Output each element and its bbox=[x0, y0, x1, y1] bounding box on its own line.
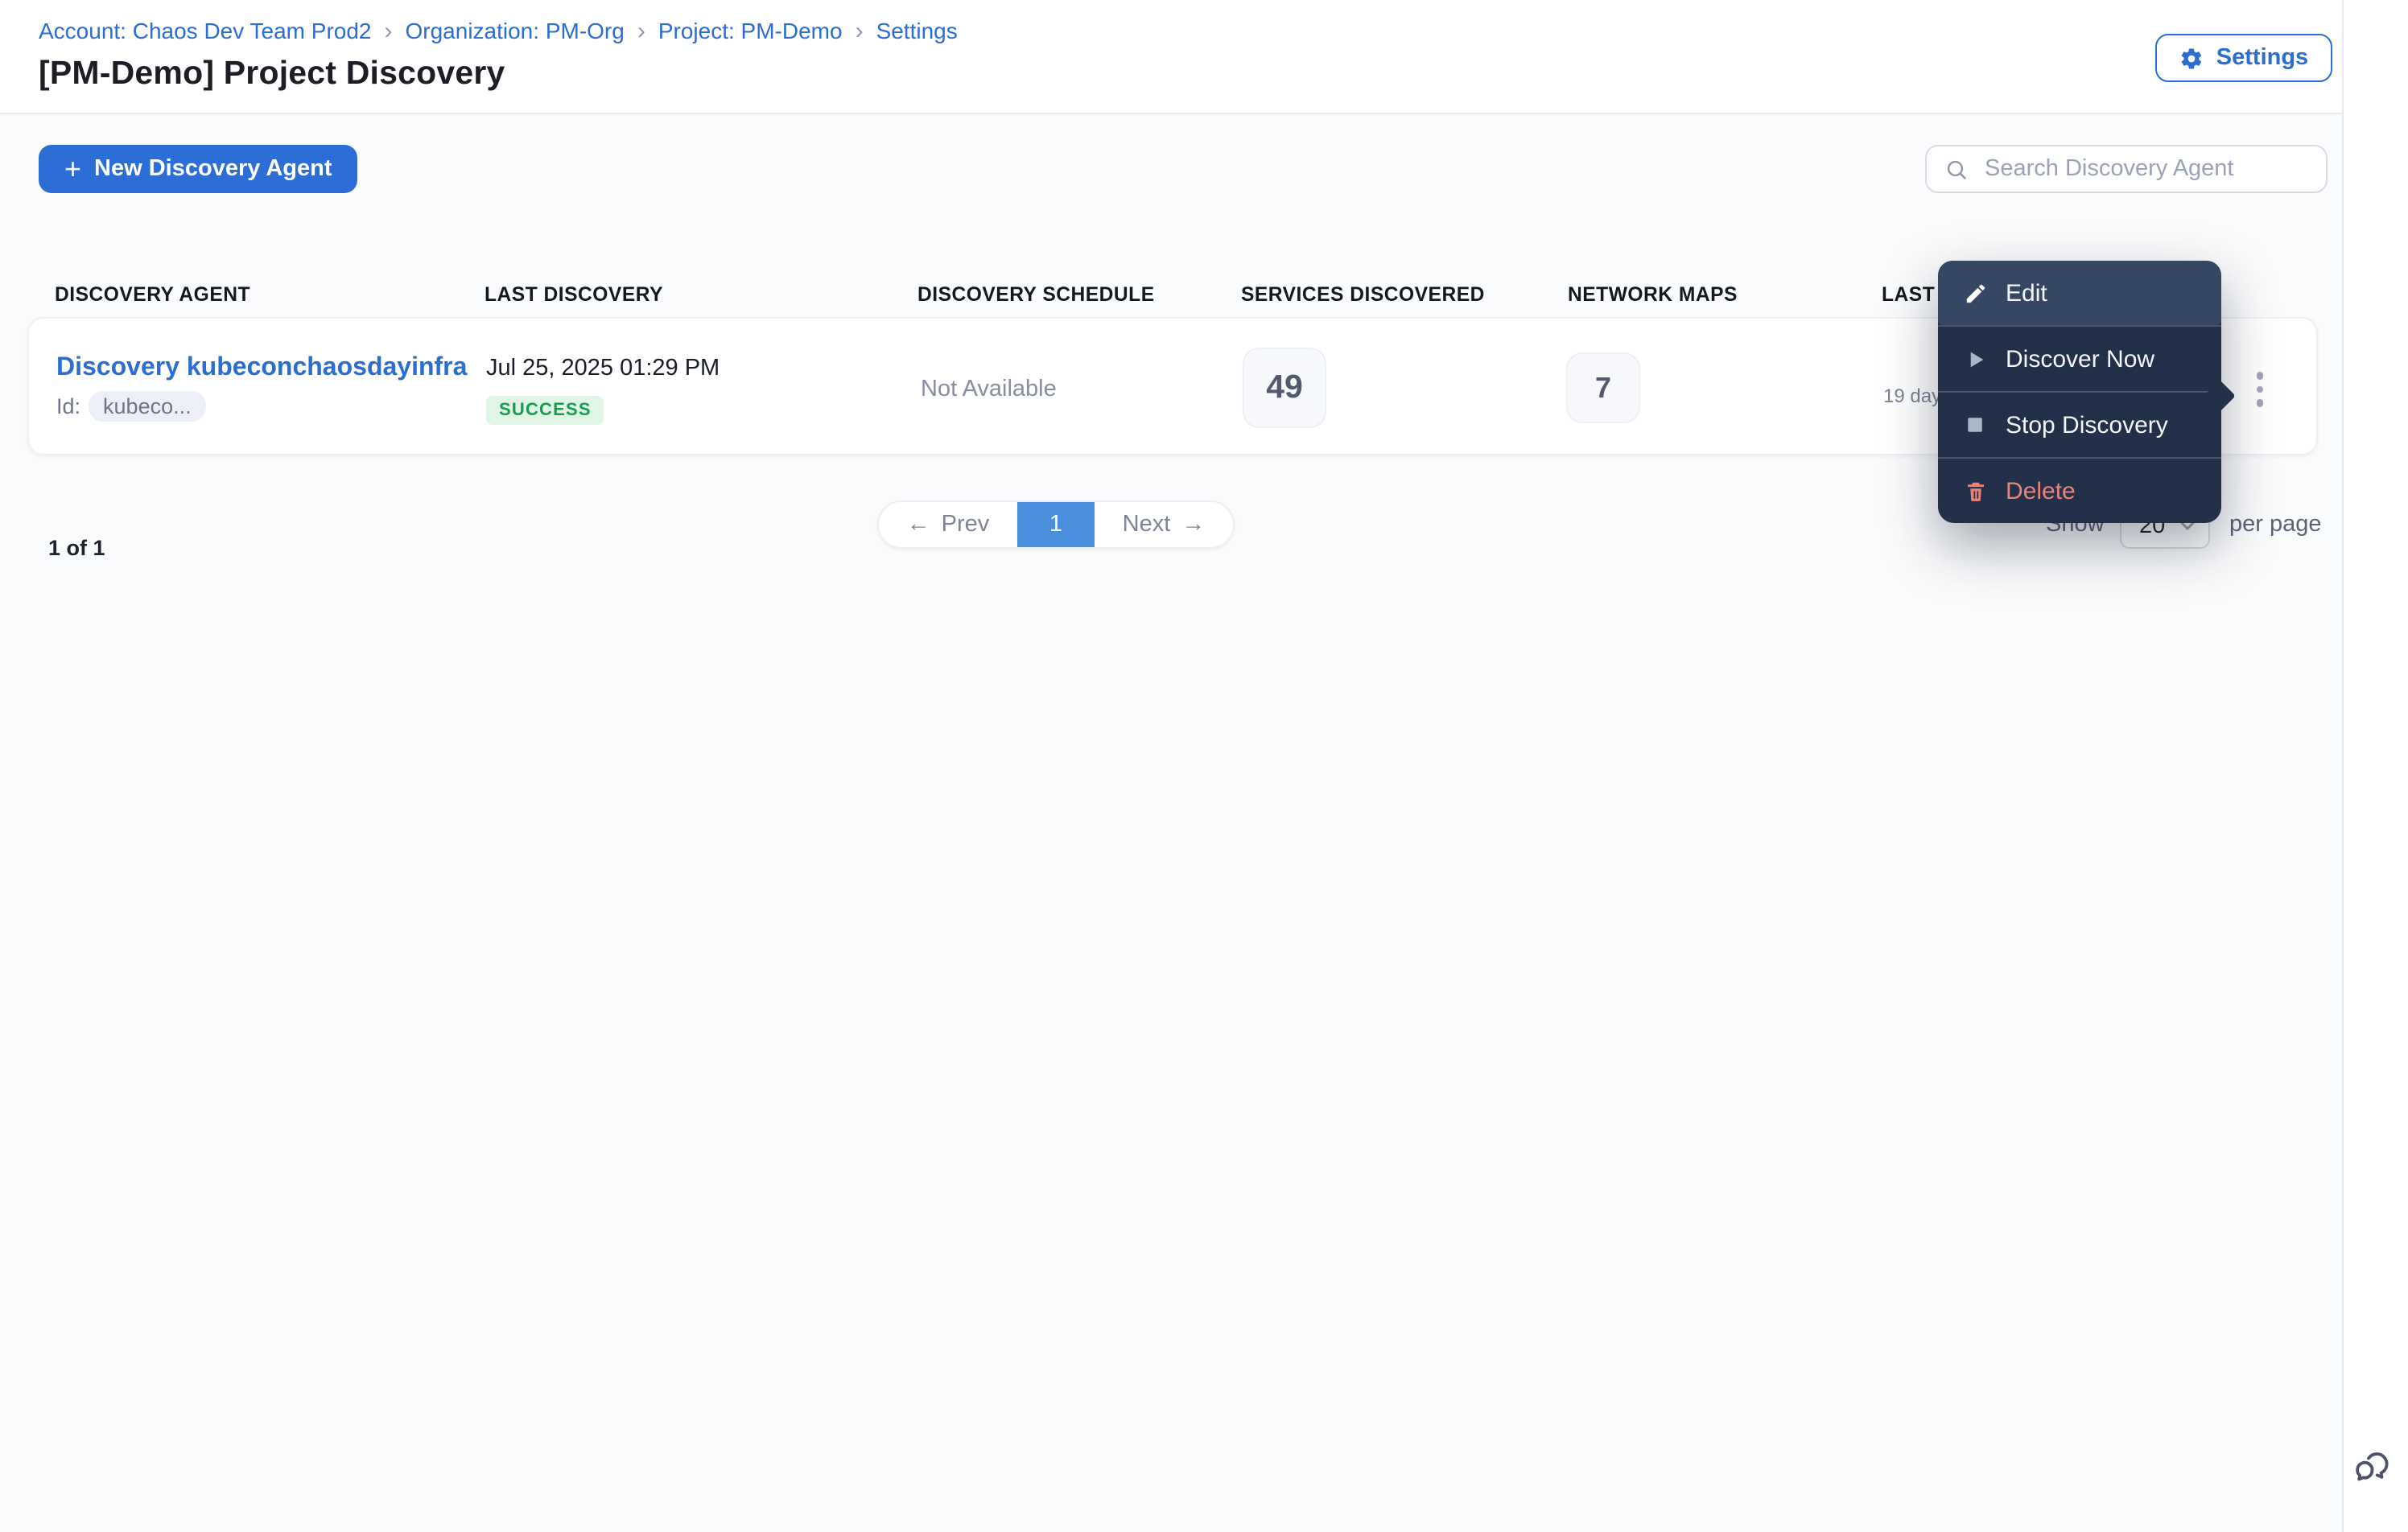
agent-id-label: Id: bbox=[56, 394, 81, 418]
page-1-button[interactable]: 1 bbox=[1017, 502, 1095, 547]
last-info-partial: 19 day bbox=[1883, 385, 1942, 407]
services-discovered-count: 49 bbox=[1243, 348, 1326, 428]
page-title: [PM-Demo] Project Discovery bbox=[39, 55, 505, 92]
trash-icon bbox=[1962, 478, 1988, 504]
breadcrumb-account-link[interactable]: Account: Chaos Dev Team Prod2 bbox=[39, 18, 372, 43]
chevron-right-icon: › bbox=[384, 17, 393, 44]
context-menu: Edit Discover Now Stop Discovery Delete bbox=[1938, 261, 2236, 523]
menu-item-edit[interactable]: Edit bbox=[1938, 261, 2221, 325]
next-page-button[interactable]: Next → bbox=[1095, 502, 1233, 547]
top-header: Account: Chaos Dev Team Prod2 › Organiza… bbox=[0, 0, 2342, 114]
menu-item-edit-label: Edit bbox=[2006, 279, 2047, 307]
new-discovery-agent-button[interactable]: + New Discovery Agent bbox=[39, 145, 358, 193]
last-discovery-time: Jul 25, 2025 01:29 PM bbox=[486, 356, 720, 381]
search-icon bbox=[1943, 156, 1969, 182]
arrow-left-icon: ← bbox=[906, 512, 930, 537]
stop-icon bbox=[1962, 412, 1988, 438]
column-header-last: LAST bbox=[1882, 283, 1936, 306]
breadcrumb-project-link[interactable]: Project: PM-Demo bbox=[658, 18, 843, 43]
pencil-icon bbox=[1962, 280, 1988, 306]
prev-page-button[interactable]: ← Prev bbox=[879, 502, 1017, 547]
status-badge: SUCCESS bbox=[486, 396, 604, 425]
settings-button-label: Settings bbox=[2216, 45, 2309, 71]
menu-item-stop-discovery-label: Stop Discovery bbox=[2006, 411, 2168, 439]
column-header-last-discovery: LAST DISCOVERY bbox=[484, 283, 663, 306]
breadcrumb-organization-link[interactable]: Organization: PM-Org bbox=[406, 18, 625, 43]
chat-bubbles-icon[interactable] bbox=[2348, 1443, 2397, 1492]
agent-id: Id: kubeco... bbox=[56, 391, 206, 422]
menu-item-delete-label: Delete bbox=[2006, 477, 2076, 504]
arrow-right-icon: → bbox=[1181, 512, 1206, 537]
next-label: Next bbox=[1122, 512, 1171, 537]
column-header-network-maps: NETWORK MAPS bbox=[1568, 283, 1738, 306]
menu-item-delete[interactable]: Delete bbox=[1938, 459, 2221, 523]
menu-item-discover-now[interactable]: Discover Now bbox=[1938, 327, 2221, 391]
column-header-discovery-schedule: DISCOVERY SCHEDULE bbox=[917, 283, 1155, 306]
chevron-right-icon: › bbox=[855, 17, 864, 44]
pagination: ← Prev 1 Next → bbox=[877, 500, 1235, 549]
network-maps-count: 7 bbox=[1566, 352, 1640, 423]
prev-label: Prev bbox=[941, 512, 990, 537]
menu-item-discover-now-label: Discover Now bbox=[2006, 345, 2155, 373]
breadcrumb: Account: Chaos Dev Team Prod2 › Organiza… bbox=[39, 18, 958, 43]
settings-button[interactable]: Settings bbox=[2155, 34, 2332, 82]
per-page-label: per page bbox=[2229, 512, 2322, 537]
new-discovery-agent-label: New Discovery Agent bbox=[94, 156, 332, 182]
menu-item-stop-discovery[interactable]: Stop Discovery bbox=[1938, 393, 2221, 457]
column-header-discovery-agent: DISCOVERY AGENT bbox=[55, 283, 251, 306]
kebab-menu-button[interactable] bbox=[2241, 365, 2279, 414]
app-window: Account: Chaos Dev Team Prod2 › Organiza… bbox=[0, 0, 2408, 1532]
breadcrumb-settings-link[interactable]: Settings bbox=[876, 18, 958, 43]
search-input[interactable] bbox=[1981, 154, 2310, 183]
plus-icon: + bbox=[64, 152, 82, 184]
agent-name-link[interactable]: Discovery kubeconchaosdayinfra bbox=[56, 354, 467, 383]
right-rail bbox=[2344, 0, 2408, 1532]
chevron-right-icon: › bbox=[637, 17, 645, 44]
play-icon bbox=[1962, 346, 1988, 372]
column-header-services-discovered: SERVICES DISCOVERED bbox=[1241, 283, 1485, 306]
search-box bbox=[1925, 145, 2328, 193]
pagination-summary: 1 of 1 bbox=[48, 536, 105, 560]
discovery-schedule-value: Not Available bbox=[921, 377, 1057, 402]
agent-id-value: kubeco... bbox=[89, 391, 206, 422]
gear-icon bbox=[2179, 45, 2205, 71]
